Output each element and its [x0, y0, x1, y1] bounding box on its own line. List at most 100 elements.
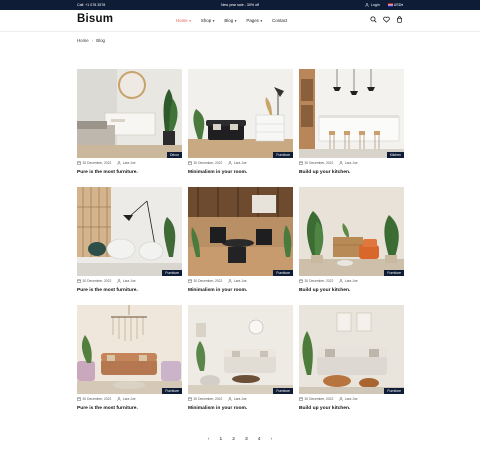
nav-label: Home	[176, 18, 188, 23]
calendar-icon	[299, 397, 303, 401]
post-title[interactable]: Build up your kitchen.	[299, 288, 350, 293]
post-author: Lara Joe	[344, 397, 358, 401]
post-title[interactable]: Pure is the most furniture.	[77, 288, 138, 293]
pagination-page-4[interactable]: 4	[257, 437, 262, 442]
post-date: 30 December, 2022	[82, 397, 112, 401]
nav-item-contact[interactable]: Contact	[272, 18, 287, 23]
pagination-prev-button[interactable]: ‹	[207, 437, 211, 442]
user-icon	[228, 397, 233, 401]
pagination-next-button[interactable]: ›	[269, 437, 273, 442]
cart-icon[interactable]	[396, 16, 403, 23]
kitchen-photo	[299, 69, 404, 158]
blog-card[interactable]: Kitchen 30 December, 2022 Lara Joe Build…	[299, 69, 404, 179]
post-meta: 30 December, 2022 Lara Joe	[188, 279, 247, 283]
blog-card[interactable]: Furniture 30 December, 2022 Lara Joe Bui…	[299, 305, 404, 415]
boho-living-photo	[77, 305, 182, 394]
post-image[interactable]	[188, 187, 293, 276]
calendar-icon	[299, 279, 303, 283]
blog-card[interactable]: Furniture 30 December, 2022 Lara Joe Min…	[188, 305, 293, 415]
blog-card[interactable]: Furniture 30 December, 2022 Lara Joe Min…	[188, 69, 293, 179]
user-icon	[339, 279, 344, 283]
post-meta: 30 December, 2022 Lara Joe	[299, 397, 358, 401]
nav-item-shop[interactable]: Shop ▾	[201, 18, 214, 23]
post-author: Lara Joe	[344, 279, 358, 283]
post-title[interactable]: Build up your kitchen.	[299, 170, 350, 175]
login-link[interactable]: Login	[365, 3, 380, 7]
blog-card[interactable]: Furniture 30 December, 2022 Lara Joe Bui…	[299, 187, 404, 297]
user-icon	[117, 279, 122, 283]
post-image[interactable]	[77, 187, 182, 276]
calendar-icon	[299, 161, 303, 165]
top-bar-promo: New year sale - 30% off	[220, 3, 260, 7]
chevron-down-icon: ▾	[234, 18, 237, 23]
top-bar-right: Login USD ▾	[365, 3, 403, 7]
post-title[interactable]: Pure is the most furniture.	[77, 406, 138, 411]
lounge-chairs-photo	[188, 187, 293, 276]
minimal-living-photo	[188, 305, 293, 394]
post-category-badge[interactable]: Furniture	[162, 270, 182, 276]
heart-icon[interactable]	[383, 16, 390, 23]
plants-room-photo	[299, 187, 404, 276]
post-author: Lara Joe	[122, 279, 136, 283]
post-meta: 30 December, 2022 Lara Joe	[188, 397, 247, 401]
post-title[interactable]: Pure is the most furniture.	[77, 170, 138, 175]
post-date: 30 December, 2022	[304, 397, 334, 401]
nav-item-home[interactable]: Home ▾	[176, 18, 191, 23]
post-author: Lara Joe	[344, 161, 358, 165]
calendar-icon	[188, 397, 192, 401]
lounge-photo	[77, 187, 182, 276]
post-image[interactable]	[188, 69, 293, 158]
currency-select[interactable]: USD ▾	[387, 3, 403, 7]
calendar-icon	[77, 279, 81, 283]
post-category-badge[interactable]: Furniture	[273, 152, 293, 158]
post-category-badge[interactable]: Furniture	[273, 270, 293, 276]
post-author: Lara Joe	[122, 397, 136, 401]
post-category-badge[interactable]: Kitchen	[386, 152, 404, 158]
user-icon	[228, 161, 233, 165]
nav-item-pages[interactable]: Pages ▾	[246, 18, 262, 23]
pagination-page-2[interactable]: 2	[231, 437, 236, 442]
breadcrumb-home[interactable]: Home	[77, 38, 89, 43]
site-logo[interactable]: Bisum	[77, 13, 113, 25]
post-category-badge[interactable]: Furniture	[384, 388, 404, 394]
nav-label: Blog	[224, 18, 234, 23]
nav-item-blog[interactable]: Blog ▾	[224, 18, 236, 23]
nav-label: Contact	[272, 18, 288, 23]
post-image[interactable]	[299, 305, 404, 394]
user-icon	[117, 397, 122, 401]
post-date: 30 December, 2022	[193, 397, 223, 401]
post-image[interactable]	[188, 305, 293, 394]
post-date: 30 December, 2022	[304, 161, 334, 165]
blog-card[interactable]: Décor 30 December, 2022 Lara Joe Pure is…	[77, 69, 182, 179]
pagination-page-1[interactable]: 1	[219, 437, 224, 442]
pagination-page-3[interactable]: 3	[244, 437, 249, 442]
blog-card[interactable]: Furniture 30 December, 2022 Lara Joe Pur…	[77, 187, 182, 297]
login-label: Login	[370, 3, 380, 7]
blog-card[interactable]: Furniture 30 December, 2022 Lara Joe Pur…	[77, 305, 182, 415]
post-title[interactable]: Build up your kitchen.	[299, 406, 350, 411]
post-image[interactable]	[299, 69, 404, 158]
calendar-icon	[188, 161, 192, 165]
blog-card[interactable]: Furniture 30 December, 2022 Lara Joe Min…	[188, 187, 293, 297]
post-category-badge[interactable]: Furniture	[273, 388, 293, 394]
post-title[interactable]: Minimalism in your room.	[188, 406, 247, 411]
post-date: 30 December, 2022	[82, 279, 112, 283]
post-image[interactable]	[299, 187, 404, 276]
header-actions	[370, 16, 403, 23]
top-bar: Call: +1 078 3578 New year sale - 30% of…	[0, 0, 480, 10]
pagination: ‹ 1 2 3 4 ›	[0, 437, 480, 442]
post-category-badge[interactable]: Décor	[166, 152, 182, 158]
breadcrumb-current: Blog	[96, 38, 105, 43]
post-image[interactable]	[77, 69, 182, 158]
user-icon	[339, 397, 344, 401]
post-title[interactable]: Minimalism in your room.	[188, 170, 247, 175]
post-category-badge[interactable]: Furniture	[384, 270, 404, 276]
post-title[interactable]: Minimalism in your room.	[188, 288, 247, 293]
post-category-badge[interactable]: Furniture	[162, 388, 182, 394]
post-meta: 30 December, 2022 Lara Joe	[77, 161, 136, 165]
post-meta: 30 December, 2022 Lara Joe	[299, 161, 358, 165]
search-icon[interactable]	[370, 16, 377, 23]
post-image[interactable]	[77, 305, 182, 394]
chevron-down-icon: ▾	[212, 18, 215, 23]
post-date: 30 December, 2022	[193, 161, 223, 165]
